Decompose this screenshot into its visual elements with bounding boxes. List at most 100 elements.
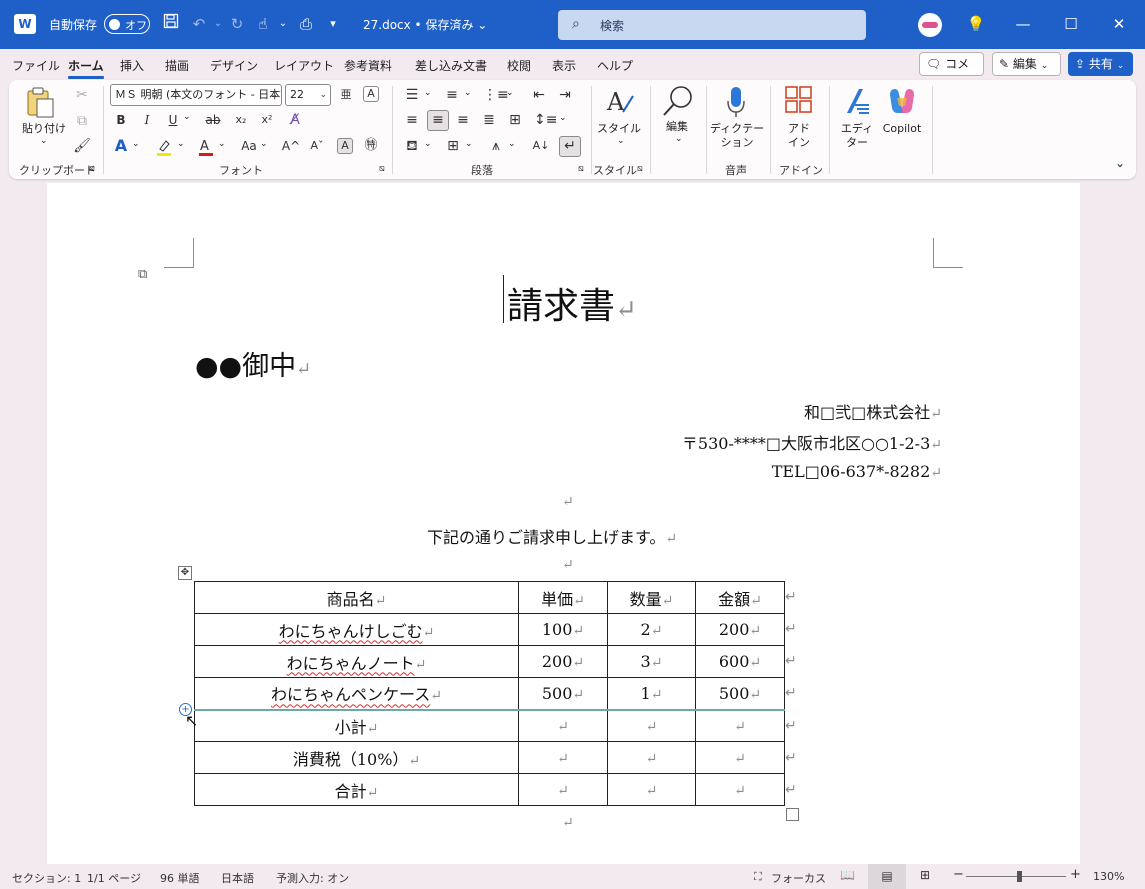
bold-button[interactable]: B — [111, 111, 131, 129]
close-icon[interactable]: ✕ — [1106, 12, 1132, 36]
zoom-in-icon[interactable]: + — [1070, 867, 1081, 882]
header-cell-amount[interactable]: 金額↵ — [695, 581, 785, 614]
header-cell-item[interactable]: 商品名↵ — [194, 581, 519, 614]
change-case-icon[interactable]: Aa — [237, 137, 261, 155]
tab-insert[interactable]: 挿入 — [120, 57, 144, 74]
read-mode-icon[interactable]: 📖 — [840, 868, 855, 882]
table-cell[interactable]: 600↵ — [695, 645, 785, 678]
addins-label-2[interactable]: イン — [779, 136, 819, 150]
language-indicator[interactable]: 日本語 — [221, 870, 254, 886]
tab-home[interactable]: ホーム — [68, 57, 104, 79]
minimize-icon[interactable]: — — [1010, 12, 1036, 36]
tab-view[interactable]: 表示 — [552, 57, 576, 74]
table-move-handle-icon[interactable]: ✥ — [178, 566, 192, 580]
ribbon-collapse-icon[interactable]: ⌄ — [1115, 156, 1125, 170]
styles-label[interactable]: スタイル — [595, 122, 643, 136]
editor-label-1[interactable]: エディ — [837, 122, 877, 136]
shading-dropdown-icon[interactable]: ⌄ — [424, 139, 432, 149]
table-cell[interactable]: ↵ — [518, 741, 608, 774]
show-marks-icon[interactable]: ↵ — [559, 136, 581, 157]
table-cell[interactable]: わにちゃんノート↵ — [194, 645, 519, 678]
char-shading-icon[interactable]: A — [337, 138, 353, 154]
zoom-out-icon[interactable]: − — [953, 867, 964, 882]
text-effects-icon[interactable]: A — [111, 137, 131, 155]
microphone-icon[interactable] — [725, 85, 747, 119]
superscript-button[interactable]: x² — [257, 111, 277, 129]
table-cell[interactable]: 500↵ — [518, 677, 608, 710]
word-count[interactable]: 96 単語 — [160, 870, 200, 886]
zoom-slider[interactable] — [966, 876, 1066, 877]
tab-file[interactable]: ファイル — [12, 57, 60, 74]
table-cell[interactable]: ↵ — [695, 773, 785, 806]
underline-button[interactable]: U — [163, 111, 183, 129]
find-icon[interactable] — [661, 84, 695, 118]
user-avatar[interactable] — [918, 13, 942, 37]
copilot-label[interactable]: Copilot — [875, 122, 929, 136]
comment-button[interactable]: 🗨 コメント — [919, 52, 984, 93]
section-indicator[interactable]: セクション: 1 — [12, 870, 81, 886]
table-cell[interactable]: ↵ — [695, 741, 785, 774]
text-effects-dropdown-icon[interactable]: ⌄ — [132, 139, 140, 149]
addins-icon[interactable] — [785, 86, 813, 114]
focus-icon[interactable]: ⛶ — [754, 870, 762, 884]
table-cell[interactable]: 3↵ — [607, 645, 696, 678]
document-page[interactable]: ⧉ 請求書↵ ●●御中↵ 和□弐□株式会社↵ 〒530-****□大阪市北区○○… — [47, 183, 1080, 864]
empty-paragraph-mark[interactable]: ↵ — [562, 494, 574, 510]
autosave-toggle[interactable]: オフ — [104, 14, 150, 34]
numbering-icon[interactable]: ≡ — [442, 86, 462, 104]
table-cell[interactable]: ↵ — [607, 773, 696, 806]
tab-mailings[interactable]: 差し込み文書 — [415, 57, 487, 74]
table-cell[interactable]: 500↵ — [695, 677, 785, 710]
borders-icon[interactable]: ⊞ — [443, 137, 463, 155]
edit-mode-button[interactable]: ✎ 編集 ⌄ — [992, 52, 1061, 76]
sender-company[interactable]: 和□弐□株式会社↵ — [804, 399, 942, 423]
print-layout-icon[interactable]: ▤ — [868, 864, 906, 889]
font-color-icon[interactable]: A — [196, 137, 216, 157]
asian-layout-icon[interactable]: ⩚ — [486, 137, 506, 155]
share-button[interactable]: ⇪ 共有 ⌄ — [1068, 52, 1133, 76]
grow-font-icon[interactable]: A^ — [281, 137, 301, 155]
table-cell[interactable]: 小計↵ — [194, 709, 519, 742]
table-cell[interactable]: わにちゃんペンケース↵ — [194, 677, 519, 710]
table-cell[interactable]: 100↵ — [518, 613, 608, 646]
lightbulb-icon[interactable]: 💡 — [965, 13, 987, 35]
increase-indent-icon[interactable]: ⇥ — [555, 86, 575, 104]
table-cell[interactable]: ↵ — [607, 741, 696, 774]
table-cell[interactable]: 消費税（10%）↵ — [194, 741, 519, 774]
predictive-input[interactable]: 予測入力: オン — [276, 870, 349, 886]
subscript-button[interactable]: x₂ — [231, 111, 251, 129]
sender-tel[interactable]: TEL□06-637*-8282↵ — [772, 462, 942, 481]
change-case-dropdown-icon[interactable]: ⌄ — [260, 139, 268, 149]
bullets-dropdown-icon[interactable]: ⌄ — [424, 88, 432, 98]
redo-icon[interactable]: ↻ — [226, 13, 248, 35]
editing-dropdown-icon[interactable]: ⌄ — [675, 134, 683, 144]
tab-design[interactable]: デザイン — [210, 57, 258, 74]
phonetic-guide-icon[interactable]: 亜 — [336, 86, 356, 104]
invoice-title[interactable]: 請求書↵ — [507, 277, 637, 329]
decrease-indent-icon[interactable]: ⇤ — [529, 86, 549, 104]
italic-button[interactable]: I — [137, 111, 157, 129]
tab-layout[interactable]: レイアウト — [274, 57, 334, 74]
print-preview-icon[interactable]: ⎙ — [295, 13, 317, 35]
strikethrough-button[interactable]: ab — [203, 111, 223, 129]
zoom-slider-thumb[interactable] — [1017, 871, 1022, 882]
addins-label-1[interactable]: アド — [779, 122, 819, 136]
table-cell[interactable]: 1↵ — [607, 677, 696, 710]
table-cell[interactable]: 2↵ — [607, 613, 696, 646]
font-name-combo[interactable]: ＭＳ 明朝 (本文のフォント - 日本語) ⌄ — [110, 84, 282, 106]
table-cell[interactable]: わにちゃんけしごむ↵ — [194, 613, 519, 646]
styles-dropdown-icon[interactable]: ⌄ — [617, 136, 625, 146]
multilevel-list-icon[interactable]: ⋮≡ — [483, 86, 509, 104]
asian-layout-dropdown-icon[interactable]: ⌄ — [508, 139, 516, 149]
styles-launcher-icon[interactable]: ⧅ — [637, 164, 643, 174]
line-spacing-icon[interactable]: ↕≡ — [534, 111, 557, 129]
table-cell[interactable]: 200↵ — [695, 613, 785, 646]
web-layout-icon[interactable]: ⊞ — [920, 868, 930, 882]
touch-mode-icon[interactable]: ☝ — [252, 13, 274, 35]
tab-draw[interactable]: 描画 — [165, 57, 189, 74]
sender-address[interactable]: 〒530-****□大阪市北区○○1-2-3↵ — [682, 430, 942, 454]
shading-icon[interactable]: ⛾ — [402, 137, 422, 155]
align-center-icon[interactable]: ≡ — [427, 110, 449, 131]
document-title[interactable]: 27.docx • 保存済み ⌄ — [363, 16, 487, 33]
addressee[interactable]: ●●御中↵ — [195, 344, 311, 383]
